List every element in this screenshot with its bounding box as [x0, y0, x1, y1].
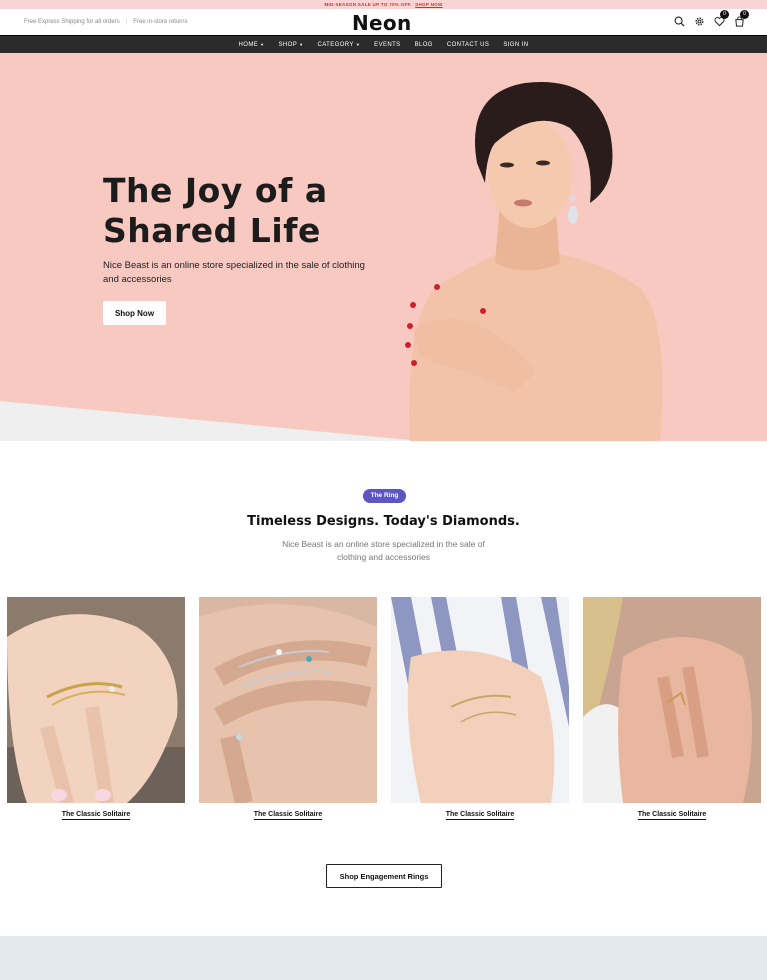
info-divider: | — [125, 19, 128, 25]
hero-title: The Joy of a Shared Life — [103, 171, 383, 251]
header: Free Express Shipping for all orders | F… — [0, 9, 767, 35]
nav-item-home[interactable]: HOME ▼ — [239, 42, 265, 48]
hero-model-image — [405, 82, 663, 441]
nav-item-label: CONTACT US — [446, 41, 490, 48]
hero-description: Nice Beast is an online store specialize… — [103, 260, 365, 285]
product-card[interactable]: The Classic Solitaire — [583, 597, 761, 820]
cart-count-badge: 0 — [740, 10, 749, 19]
search-icon[interactable] — [673, 15, 685, 27]
nav-item-label: SHOP — [278, 41, 298, 48]
product-image[interactable] — [199, 597, 377, 803]
nav-item-label: HOME — [238, 41, 259, 48]
nav-item-shop[interactable]: SHOP ▼ — [279, 42, 304, 48]
hero-banner: The Joy of a Shared Life Nice Beast is a… — [0, 53, 767, 441]
promo-bar: MID-SEASON SALE UP TO 70% OFF. SHOP NOW — [0, 0, 767, 9]
returns-info: Free in-store returns — [133, 19, 188, 25]
product-link[interactable]: The Classic Solitaire — [253, 811, 323, 820]
promo-shop-now-link[interactable]: SHOP NOW — [415, 2, 442, 7]
product-card[interactable]: The Classic Solitaire — [199, 597, 377, 820]
hero-title-line2: Shared Life — [103, 211, 321, 250]
wishlist-count-badge: 0 — [720, 10, 729, 19]
section-tag: The Ring — [363, 489, 406, 503]
shop-engagement-rings-button[interactable]: Shop Engagement Rings — [326, 864, 442, 888]
nav-item-sign-in[interactable]: SIGN IN — [503, 42, 528, 48]
product-label[interactable]: The Classic Solitaire — [391, 811, 569, 820]
product-link[interactable]: The Classic Solitaire — [61, 811, 131, 820]
product-grid: The Classic Solitaire The Classic Solita… — [7, 597, 762, 820]
nav-item-category[interactable]: CATEGORY ▼ — [317, 42, 360, 48]
cart-icon[interactable]: 0 — [733, 10, 749, 27]
nav-item-events[interactable]: EVENTS — [374, 42, 400, 48]
product-card[interactable]: The Classic Solitaire — [391, 597, 569, 820]
product-label[interactable]: The Classic Solitaire — [7, 811, 185, 820]
hero-title-line1: The Joy of a — [103, 171, 328, 210]
product-image[interactable] — [391, 597, 569, 803]
nav-item-label: SIGN IN — [503, 41, 529, 48]
main-nav: HOME ▼ SHOP ▼ CATEGORY ▼ EVENTS BLOG CONTAC… — [0, 35, 767, 53]
chevron-down-icon: ▼ — [260, 42, 265, 47]
product-label[interactable]: The Classic Solitaire — [199, 811, 377, 820]
footer-band — [0, 936, 767, 980]
chevron-down-icon: ▼ — [355, 42, 361, 47]
product-card[interactable]: The Classic Solitaire — [7, 597, 185, 820]
header-info: Free Express Shipping for all orders | F… — [24, 19, 188, 25]
wishlist-icon[interactable]: 0 — [713, 10, 729, 27]
product-label[interactable]: The Classic Solitaire — [583, 811, 761, 820]
nav-item-label: EVENTS — [374, 41, 401, 48]
nav-item-contact[interactable]: CONTACT US — [447, 42, 489, 48]
product-link[interactable]: The Classic Solitaire — [637, 811, 707, 820]
promo-text: MID-SEASON SALE UP TO 70% OFF. — [324, 2, 412, 7]
chevron-down-icon: ▼ — [299, 42, 304, 47]
shop-now-button[interactable]: Shop Now — [103, 301, 166, 325]
section-title: Timeless Designs. Today's Diamonds. — [247, 514, 520, 529]
nav-item-label: CATEGORY — [317, 41, 354, 48]
shipping-info: Free Express Shipping for all orders — [24, 19, 120, 25]
product-image[interactable] — [7, 597, 185, 803]
section-description: Nice Beast is an online store specialize… — [282, 539, 485, 562]
logo[interactable]: Neon — [352, 11, 411, 35]
gear-icon[interactable] — [693, 15, 705, 27]
nav-item-label: BLOG — [414, 41, 433, 48]
product-link[interactable]: The Classic Solitaire — [445, 811, 515, 820]
header-actions: 0 0 — [673, 10, 749, 27]
product-image[interactable] — [583, 597, 761, 803]
nav-item-blog[interactable]: BLOG — [415, 42, 433, 48]
